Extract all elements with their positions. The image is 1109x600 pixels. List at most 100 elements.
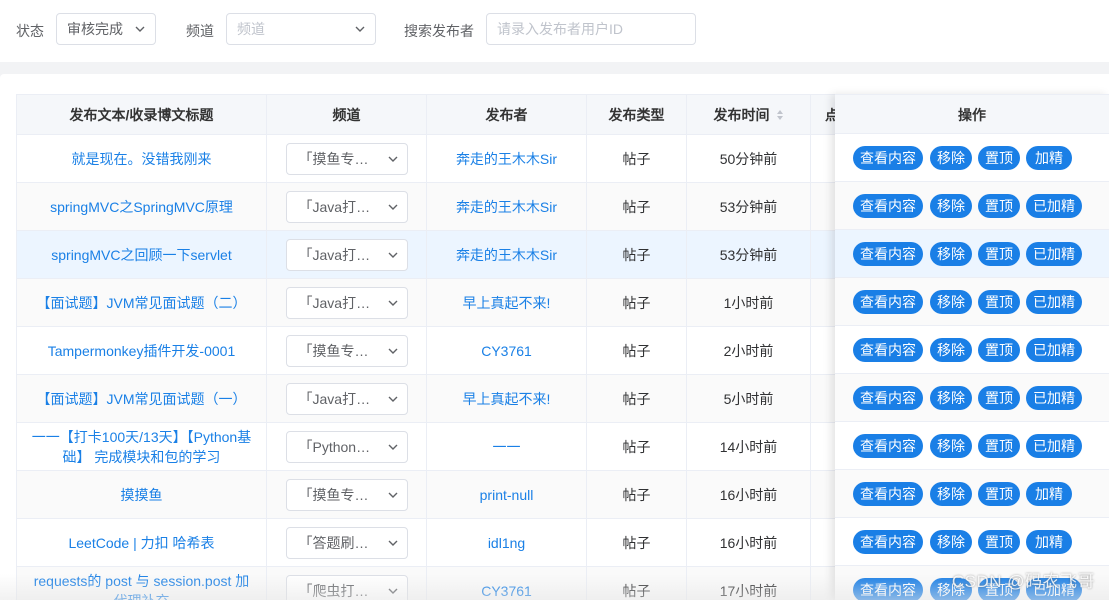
- pin-button[interactable]: 置顶: [978, 386, 1020, 410]
- view-content-button[interactable]: 查看内容: [853, 530, 923, 554]
- view-content-button[interactable]: 查看内容: [853, 242, 923, 266]
- publisher-search-input[interactable]: [486, 13, 696, 45]
- post-title-link[interactable]: LeetCode | 力扣 哈希表: [68, 533, 214, 553]
- remove-button[interactable]: 移除: [930, 242, 972, 266]
- row-channel-select[interactable]: 「Java打卡」: [285, 383, 408, 415]
- row-channel-select[interactable]: 「Python打卡」: [285, 431, 408, 463]
- view-content-button[interactable]: 查看内容: [853, 338, 923, 362]
- publisher-link[interactable]: 早上真起不来!: [463, 389, 551, 409]
- post-title-link[interactable]: springMVC之SpringMVC原理: [50, 197, 233, 217]
- post-title-link[interactable]: Tampermonkey插件开发-0001: [48, 341, 236, 361]
- feature-button[interactable]: 已加精: [1026, 242, 1082, 266]
- status-select[interactable]: 审核完成: [56, 13, 156, 45]
- remove-button[interactable]: 移除: [930, 194, 972, 218]
- channel-cell: 「Python打卡」: [267, 423, 427, 471]
- publisher-link[interactable]: idl1ng: [488, 533, 525, 553]
- remove-button[interactable]: 移除: [930, 386, 972, 410]
- feature-button[interactable]: 已加精: [1026, 434, 1082, 458]
- feature-button[interactable]: 加精: [1026, 146, 1072, 170]
- channel-cell: 「答题刷题」: [267, 519, 427, 567]
- row-channel-select[interactable]: 「Java打卡」: [285, 287, 408, 319]
- publisher-link[interactable]: 早上真起不来!: [463, 293, 551, 313]
- row-channel-select[interactable]: 「摸鱼专区」: [285, 143, 408, 175]
- feature-button[interactable]: 加精: [1026, 530, 1072, 554]
- pin-button[interactable]: 置顶: [978, 290, 1020, 314]
- title-cell: LeetCode | 力扣 哈希表: [17, 519, 267, 567]
- remove-button[interactable]: 移除: [930, 482, 972, 506]
- view-content-button[interactable]: 查看内容: [853, 482, 923, 506]
- row-channel-value: 「摸鱼专区」: [298, 487, 383, 503]
- row-channel-select[interactable]: 「摸鱼专区」: [285, 479, 408, 511]
- status-label: 状态: [16, 23, 44, 39]
- title-cell: 【面试题】JVM常见面试题（二）: [17, 279, 267, 327]
- sort-caret-icon[interactable]: [776, 109, 784, 121]
- channel-select[interactable]: 频道: [226, 13, 376, 45]
- pin-button[interactable]: 置顶: [978, 434, 1020, 458]
- feature-button[interactable]: 已加精: [1026, 194, 1082, 218]
- header-time[interactable]: 发布时间: [687, 95, 811, 135]
- post-title-link[interactable]: 一一【打卡100天/13天】【Python基础】 完成模块和包的学习: [25, 427, 258, 467]
- feature-button[interactable]: 已加精: [1026, 338, 1082, 362]
- channel-cell: 「Java打卡」: [267, 231, 427, 279]
- type-cell: 帖子: [587, 375, 687, 423]
- feature-button[interactable]: 已加精: [1026, 290, 1082, 314]
- title-cell: springMVC之回顾一下servlet: [17, 231, 267, 279]
- channel-cell: 「Java打卡」: [267, 375, 427, 423]
- publisher-link[interactable]: CY3761: [481, 341, 532, 361]
- type-cell: 帖子: [587, 135, 687, 183]
- row-channel-value: 「Java打卡」: [298, 391, 385, 407]
- view-content-button[interactable]: 查看内容: [853, 290, 923, 314]
- publisher-cell: 一一: [427, 423, 587, 471]
- publisher-cell: print-null: [427, 471, 587, 519]
- pin-button[interactable]: 置顶: [978, 242, 1020, 266]
- post-title-link[interactable]: 就是现在。没错我刚来: [72, 149, 212, 169]
- type-cell: 帖子: [587, 471, 687, 519]
- row-channel-select[interactable]: 「摸鱼专区」: [285, 335, 408, 367]
- type-cell: 帖子: [587, 567, 687, 600]
- view-content-button[interactable]: 查看内容: [853, 386, 923, 410]
- header-channel: 频道: [267, 95, 427, 135]
- post-title-link[interactable]: requests的 post 与 session.post 加 代理补充: [25, 571, 258, 600]
- view-content-button[interactable]: 查看内容: [853, 146, 923, 170]
- post-title-link[interactable]: springMVC之回顾一下servlet: [51, 245, 231, 265]
- type-cell: 帖子: [587, 183, 687, 231]
- header-actions: 操作: [835, 94, 1109, 134]
- feature-button[interactable]: 加精: [1026, 482, 1072, 506]
- publisher-link[interactable]: 奔走的王木木Sir: [456, 245, 557, 265]
- row-channel-select[interactable]: 「答题刷题」: [285, 527, 408, 559]
- publisher-link[interactable]: print-null: [480, 485, 534, 505]
- title-cell: 摸摸鱼: [17, 471, 267, 519]
- row-channel-select[interactable]: 「Java打卡」: [285, 191, 408, 223]
- time-cell: 53分钟前: [687, 231, 811, 279]
- remove-button[interactable]: 移除: [930, 530, 972, 554]
- row-channel-select[interactable]: 「Java打卡」: [285, 239, 408, 271]
- pin-button[interactable]: 置顶: [978, 482, 1020, 506]
- type-cell: 帖子: [587, 279, 687, 327]
- pin-button[interactable]: 置顶: [978, 530, 1020, 554]
- feature-button[interactable]: 已加精: [1026, 386, 1082, 410]
- remove-button[interactable]: 移除: [930, 290, 972, 314]
- publisher-link[interactable]: CY3761: [481, 581, 532, 600]
- channel-cell: 「摸鱼专区」: [267, 135, 427, 183]
- remove-button[interactable]: 移除: [930, 434, 972, 458]
- actions-row: 查看内容 移除 置顶 加精: [835, 134, 1109, 182]
- pin-button[interactable]: 置顶: [978, 146, 1020, 170]
- post-title-link[interactable]: 【面试题】JVM常见面试题（二）: [37, 293, 247, 313]
- actions-row: 查看内容 移除 置顶 加精: [835, 470, 1109, 518]
- remove-button[interactable]: 移除: [930, 146, 972, 170]
- row-channel-select[interactable]: 「爬虫打卡」: [285, 575, 408, 600]
- chevron-down-icon: [388, 444, 397, 450]
- publisher-link[interactable]: 一一: [493, 437, 521, 457]
- post-title-link[interactable]: 【面试题】JVM常见面试题（一）: [37, 389, 247, 409]
- header-publisher: 发布者: [427, 95, 587, 135]
- publisher-link[interactable]: 奔走的王木木Sir: [456, 149, 557, 169]
- view-content-button[interactable]: 查看内容: [853, 578, 923, 600]
- remove-button[interactable]: 移除: [930, 338, 972, 362]
- post-title-link[interactable]: 摸摸鱼: [121, 485, 163, 505]
- pin-button[interactable]: 置顶: [978, 194, 1020, 218]
- pin-button[interactable]: 置顶: [978, 338, 1020, 362]
- publisher-search-label: 搜索发布者: [404, 23, 474, 39]
- view-content-button[interactable]: 查看内容: [853, 434, 923, 458]
- view-content-button[interactable]: 查看内容: [853, 194, 923, 218]
- publisher-link[interactable]: 奔走的王木木Sir: [456, 197, 557, 217]
